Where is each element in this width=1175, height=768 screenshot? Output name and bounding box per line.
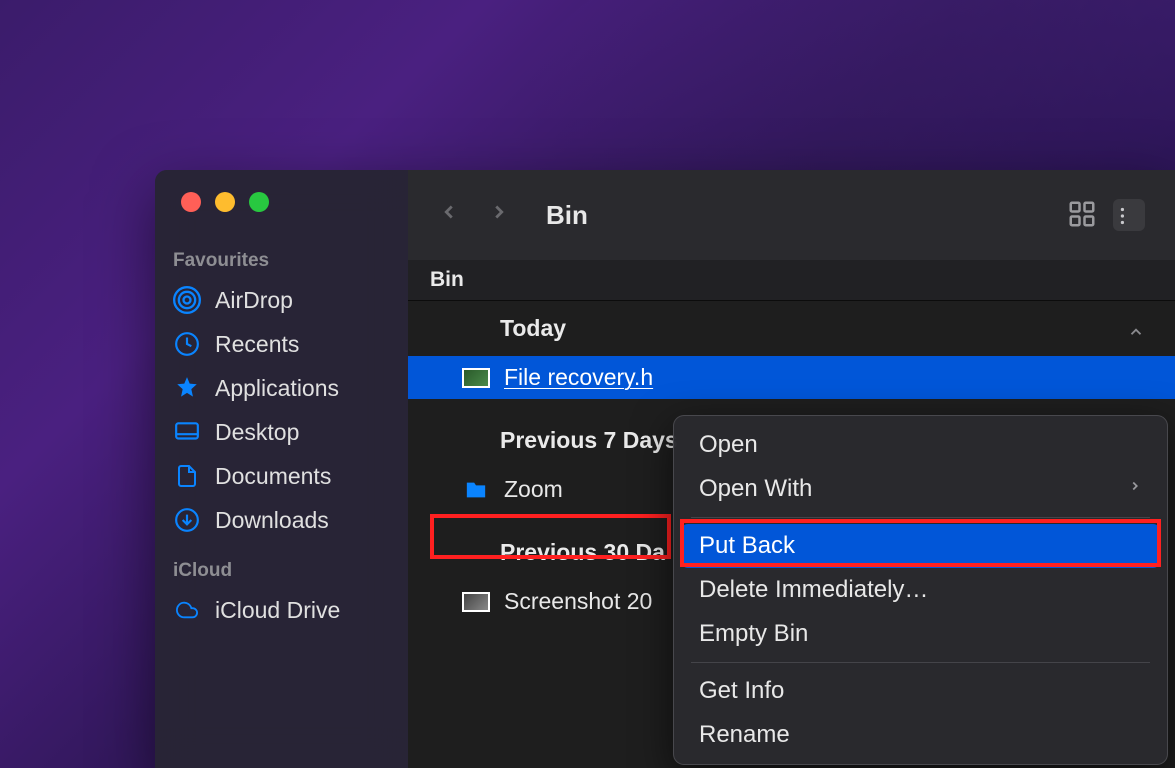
sidebar-item-desktop[interactable]: Desktop	[155, 410, 408, 454]
forward-button[interactable]	[488, 198, 510, 233]
menu-item-put-back[interactable]: Put Back	[681, 524, 1160, 568]
minimize-button[interactable]	[215, 192, 235, 212]
applications-icon	[173, 374, 201, 402]
sidebar-item-label: Downloads	[215, 507, 329, 534]
toolbar: Bin	[408, 170, 1175, 260]
clock-icon	[173, 330, 201, 358]
sidebar: Favourites AirDrop Recents Applications …	[155, 170, 408, 768]
document-icon	[173, 462, 201, 490]
menu-label: Delete Immediately…	[699, 576, 928, 604]
menu-item-rename[interactable]: Rename	[681, 713, 1160, 757]
sidebar-item-label: Desktop	[215, 419, 299, 446]
menu-item-get-info[interactable]: Get Info	[681, 669, 1160, 713]
image-file-icon	[462, 591, 490, 613]
file-name: Zoom	[504, 476, 563, 503]
menu-item-empty-bin[interactable]: Empty Bin	[681, 612, 1160, 656]
window-title: Bin	[546, 200, 588, 231]
menu-divider	[691, 662, 1150, 663]
cloud-icon	[173, 596, 201, 624]
sidebar-item-downloads[interactable]: Downloads	[155, 498, 408, 542]
maximize-button[interactable]	[249, 192, 269, 212]
context-menu: Open Open With Put Back Delete Immediate…	[673, 415, 1168, 765]
icon-view-button[interactable]	[1067, 199, 1099, 231]
sidebar-item-icteen-drive[interactable]: iCloud Drive	[155, 588, 408, 632]
section-title: Previous 30 Da	[500, 539, 665, 566]
menu-label: Open With	[699, 475, 812, 503]
menu-label: Put Back	[699, 532, 795, 560]
sidebar-section-favourites: Favourites	[155, 242, 408, 278]
menu-label: Empty Bin	[699, 620, 808, 648]
file-name: Screenshot 20	[504, 588, 652, 615]
sidebar-item-label: AirDrop	[215, 287, 293, 314]
chevron-right-icon	[1128, 477, 1142, 501]
menu-divider	[691, 517, 1150, 518]
menu-label: Get Info	[699, 677, 784, 705]
menu-label: Open	[699, 431, 758, 459]
window-controls	[155, 192, 408, 242]
section-title: Previous 7 Days	[500, 427, 678, 454]
file-row-selected[interactable]: File recovery.h	[408, 356, 1175, 399]
section-title: Today	[500, 315, 566, 342]
downloads-icon	[173, 506, 201, 534]
image-file-icon	[462, 367, 490, 389]
menu-label: Rename	[699, 721, 790, 749]
airdrop-icon	[173, 286, 201, 314]
sidebar-item-label: iCloud Drive	[215, 597, 340, 624]
sidebar-item-label: Applications	[215, 375, 339, 402]
sidebar-item-airdrop[interactable]: AirDrop	[155, 278, 408, 322]
menu-item-delete-immediately[interactable]: Delete Immediately…	[681, 568, 1160, 612]
menu-item-open[interactable]: Open	[681, 423, 1160, 467]
location-bar: Bin	[408, 260, 1175, 301]
list-view-button[interactable]	[1113, 199, 1145, 231]
sidebar-item-label: Documents	[215, 463, 331, 490]
sidebar-section-icloud: iCloud	[155, 542, 408, 588]
desktop-icon	[173, 418, 201, 446]
menu-item-open-with[interactable]: Open With	[681, 467, 1160, 511]
close-button[interactable]	[181, 192, 201, 212]
sidebar-item-recents[interactable]: Recents	[155, 322, 408, 366]
section-header-today[interactable]: Today	[408, 301, 1175, 356]
back-button[interactable]	[438, 198, 460, 233]
folder-icon	[462, 479, 490, 501]
file-name: File recovery.h	[504, 364, 653, 391]
sidebar-item-applications[interactable]: Applications	[155, 366, 408, 410]
sidebar-item-documents[interactable]: Documents	[155, 454, 408, 498]
chevron-up-icon	[1127, 320, 1145, 338]
sidebar-item-label: Recents	[215, 331, 299, 358]
